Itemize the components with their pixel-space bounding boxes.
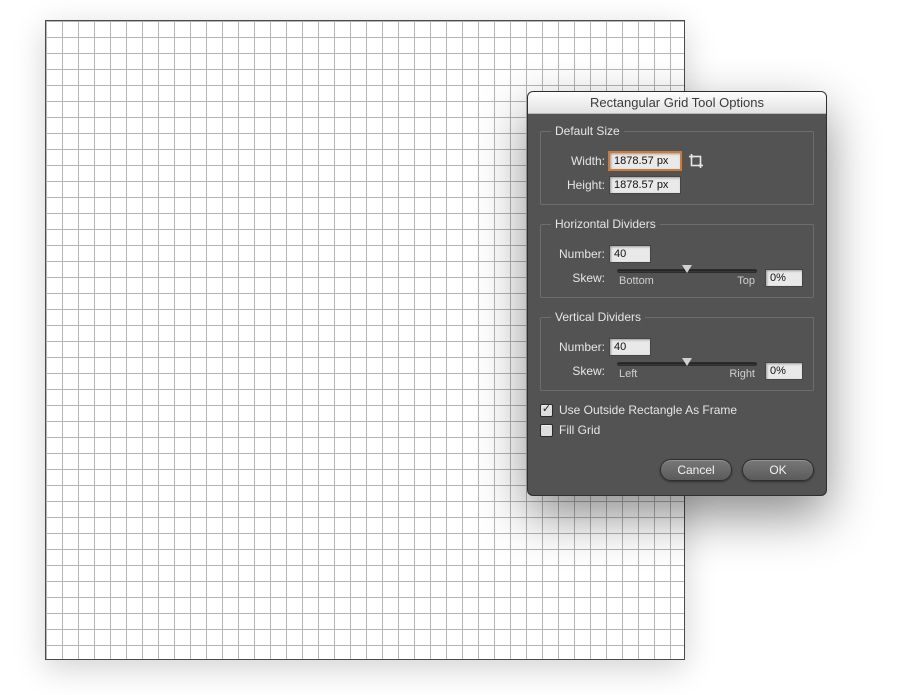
width-input[interactable] (609, 152, 681, 170)
dialog-titlebar[interactable]: Rectangular Grid Tool Options (528, 92, 826, 114)
h-skew-right-label: Top (737, 275, 755, 287)
v-number-label: Number: (551, 340, 605, 354)
use-outside-rectangle-checkbox[interactable] (540, 404, 553, 417)
v-skew-handle[interactable] (682, 358, 692, 366)
default-size-legend: Default Size (551, 124, 624, 138)
horizontal-dividers-group: Horizontal Dividers Number: Skew: Bottom… (540, 217, 814, 298)
height-input[interactable] (609, 176, 681, 194)
v-skew-value-input[interactable] (765, 362, 803, 380)
height-label: Height: (551, 178, 605, 192)
horizontal-dividers-legend: Horizontal Dividers (551, 217, 660, 231)
vertical-dividers-legend: Vertical Dividers (551, 310, 645, 324)
h-skew-left-label: Bottom (619, 275, 654, 287)
v-number-input[interactable] (609, 338, 651, 356)
h-skew-handle[interactable] (682, 265, 692, 273)
dialog-title: Rectangular Grid Tool Options (590, 95, 764, 110)
width-label: Width: (551, 154, 605, 168)
vertical-dividers-group: Vertical Dividers Number: Skew: Left Rig… (540, 310, 814, 391)
default-size-group: Default Size Width: Height: (540, 124, 814, 205)
v-skew-left-label: Left (619, 368, 637, 380)
h-skew-label: Skew: (551, 271, 605, 285)
h-skew-slider[interactable] (617, 269, 757, 273)
use-outside-rectangle-label[interactable]: Use Outside Rectangle As Frame (559, 403, 737, 417)
ok-button[interactable]: OK (742, 459, 814, 481)
v-skew-slider[interactable] (617, 362, 757, 366)
h-skew-value-input[interactable] (765, 269, 803, 287)
fill-grid-checkbox[interactable] (540, 424, 553, 437)
reference-point-icon[interactable] (687, 152, 705, 170)
rectangular-grid-tool-options-dialog: Rectangular Grid Tool Options Default Si… (527, 91, 827, 496)
v-skew-label: Skew: (551, 364, 605, 378)
fill-grid-label[interactable]: Fill Grid (559, 423, 600, 437)
h-number-label: Number: (551, 247, 605, 261)
cancel-button[interactable]: Cancel (660, 459, 732, 481)
v-skew-right-label: Right (729, 368, 755, 380)
h-number-input[interactable] (609, 245, 651, 263)
